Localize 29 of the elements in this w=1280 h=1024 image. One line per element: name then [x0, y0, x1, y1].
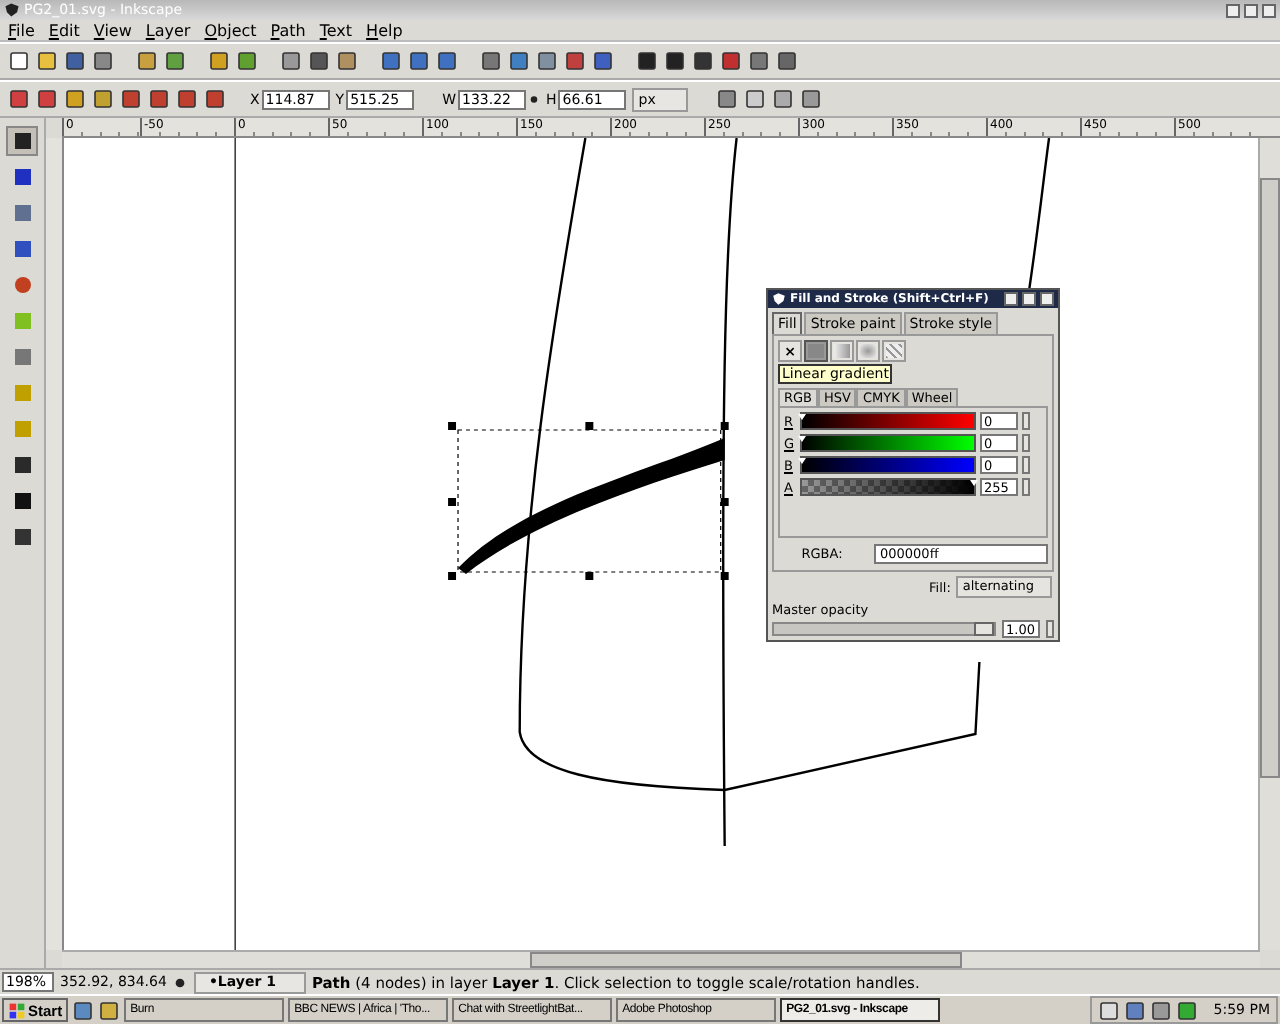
color-slider[interactable]: [800, 456, 976, 474]
vertical-scrollbar[interactable]: [1258, 138, 1280, 950]
menu-item[interactable]: Layer: [145, 21, 191, 39]
menu-item[interactable]: Edit: [48, 21, 80, 39]
close-button[interactable]: [1040, 292, 1054, 306]
color-slider[interactable]: [800, 412, 976, 430]
minimize-button[interactable]: [1226, 3, 1240, 17]
curve-line[interactable]: [1027, 138, 1051, 291]
menu-item[interactable]: File: [8, 21, 35, 39]
menu-item[interactable]: Text: [319, 21, 353, 39]
minimize-button[interactable]: [1004, 292, 1018, 306]
menu-item[interactable]: Path: [270, 21, 306, 39]
maximize-button[interactable]: [1244, 3, 1258, 17]
menu-item[interactable]: Help: [366, 21, 403, 39]
app-icon: [4, 2, 20, 18]
opacity-slider[interactable]: [772, 622, 996, 636]
menu-item[interactable]: Object: [204, 21, 257, 39]
curve-line[interactable]: [722, 138, 738, 846]
brush-stroke[interactable]: [458, 438, 725, 574]
windows-logo: [8, 999, 26, 1021]
app-icon: [772, 292, 786, 306]
menu-item[interactable]: View: [93, 21, 132, 39]
selection-box[interactable]: [448, 422, 729, 580]
horizontal-scrollbar[interactable]: [62, 950, 1260, 968]
color-slider[interactable]: [800, 478, 976, 496]
maximize-button[interactable]: [1022, 292, 1036, 306]
flat-paint-button[interactable]: [804, 340, 828, 362]
close-button[interactable]: [1262, 3, 1276, 17]
color-slider[interactable]: [800, 434, 976, 452]
